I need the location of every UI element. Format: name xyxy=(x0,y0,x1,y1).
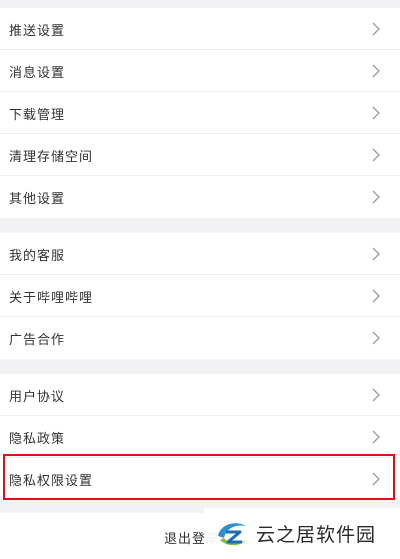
chevron-right-icon xyxy=(372,106,380,120)
row-other-settings[interactable]: 其他设置 xyxy=(0,176,400,218)
row-about-bilibili[interactable]: 关于哔哩哔哩 xyxy=(0,275,400,317)
settings-group-about: 我的客服 关于哔哩哔哩 广告合作 xyxy=(0,233,400,359)
settings-group-general: 推送设置 消息设置 下载管理 清理存储空间 其他设置 xyxy=(0,8,400,218)
row-label: 清理存储空间 xyxy=(9,149,94,165)
row-label: 其他设置 xyxy=(9,191,66,207)
row-privacy-policy[interactable]: 隐私政策 xyxy=(0,416,400,458)
chevron-right-icon xyxy=(372,430,380,444)
row-label: 广告合作 xyxy=(9,332,66,348)
row-customer-service[interactable]: 我的客服 xyxy=(0,233,400,275)
chevron-right-icon xyxy=(372,64,380,78)
row-label: 关于哔哩哔哩 xyxy=(9,290,94,306)
highlight-box xyxy=(3,454,395,500)
chevron-right-icon xyxy=(372,148,380,162)
chevron-right-icon xyxy=(372,289,380,303)
row-ad-cooperation[interactable]: 广告合作 xyxy=(0,317,400,359)
row-label: 我的客服 xyxy=(9,248,66,264)
row-user-agreement[interactable]: 用户协议 xyxy=(0,374,400,416)
chevron-right-icon xyxy=(372,331,380,345)
row-label: 隐私政策 xyxy=(9,431,66,447)
row-label: 用户协议 xyxy=(9,389,66,405)
row-label: 下载管理 xyxy=(9,107,66,123)
row-clear-storage[interactable]: 清理存储空间 xyxy=(0,134,400,176)
watermark-text: 云之居软件园 xyxy=(256,524,377,546)
chevron-right-icon xyxy=(372,190,380,204)
chevron-right-icon xyxy=(372,247,380,261)
chevron-right-icon xyxy=(372,22,380,36)
top-strip xyxy=(0,0,400,8)
watermark: 云之居软件园 xyxy=(204,508,400,559)
row-label: 推送设置 xyxy=(9,23,66,39)
row-push-settings[interactable]: 推送设置 xyxy=(0,8,400,50)
row-label: 消息设置 xyxy=(9,65,66,81)
row-download-manager[interactable]: 下载管理 xyxy=(0,92,400,134)
watermark-logo xyxy=(218,522,246,545)
row-message-settings[interactable]: 消息设置 xyxy=(0,50,400,92)
chevron-right-icon xyxy=(372,388,380,402)
